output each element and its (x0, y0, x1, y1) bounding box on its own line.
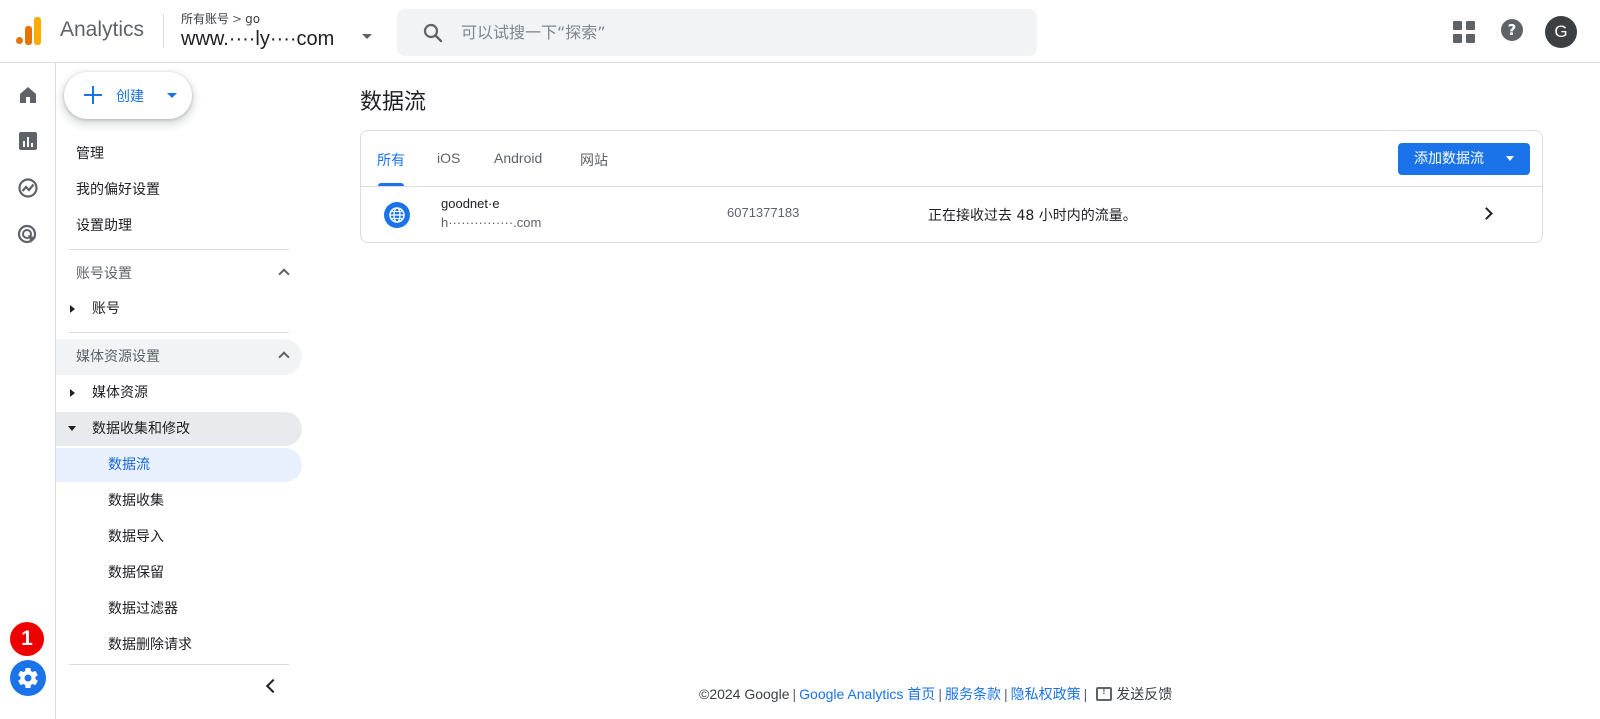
stream-name: goodnet·e (441, 196, 500, 211)
collapse-arrow-icon (68, 426, 76, 431)
reports-icon[interactable] (16, 129, 40, 153)
nav-item-data-retention[interactable]: 数据保留 (56, 556, 302, 590)
feedback-icon[interactable] (1096, 686, 1113, 701)
collapse-nav-chevron-left-icon[interactable] (265, 678, 281, 694)
search-bar[interactable] (397, 9, 1037, 56)
explore-icon[interactable] (16, 176, 40, 200)
breadcrumb-sub[interactable]: go (245, 12, 260, 26)
nav-item-data-filters[interactable]: 数据过滤器 (56, 592, 302, 626)
footer-feedback[interactable]: 发送反馈 (1116, 686, 1172, 702)
footer-link-privacy[interactable]: 隐私权政策 (1011, 686, 1081, 702)
create-button[interactable]: 创建 (64, 72, 192, 119)
avatar[interactable]: G (1545, 16, 1577, 48)
help-icon[interactable]: ? (1501, 19, 1523, 41)
breadcrumb-account[interactable]: 所有账号 (181, 12, 229, 26)
plus-icon (82, 84, 104, 106)
tab-all[interactable]: 所有 (377, 150, 405, 170)
dropdown-caret-icon (1506, 156, 1514, 161)
nav-item-setup-assistant[interactable]: 设置助理 (56, 209, 302, 243)
nav-item-data-streams[interactable]: 数据流 (56, 448, 302, 482)
nav-item-property[interactable]: 媒体资源 (56, 376, 302, 410)
stream-id: 6071377183 (727, 205, 800, 220)
nav-item-data-collection[interactable]: 数据收集 (56, 484, 302, 518)
nav-divider (69, 332, 289, 333)
footer: ©2024 Google | Google Analytics 首页 | 服务条款 | 隐私… (699, 684, 1172, 704)
stream-url: h···············.com (441, 215, 542, 230)
header-divider (163, 14, 164, 48)
nav-item-account[interactable]: 账号 (56, 292, 302, 326)
tab-ios[interactable]: iOS (437, 150, 460, 166)
stream-row[interactable]: goodnet·e h···············.com 607137718… (361, 187, 1542, 243)
active-tab-indicator (378, 183, 404, 186)
gear-icon (18, 668, 38, 689)
footer-separator: | (938, 686, 942, 702)
left-rail (0, 63, 56, 719)
section-account-settings[interactable]: 账号设置 (56, 256, 302, 292)
section-property-settings[interactable]: 媒体资源设置 (56, 339, 302, 375)
expand-arrow-icon (70, 305, 75, 313)
section-title: 媒体资源设置 (76, 349, 160, 365)
footer-separator: | (792, 686, 797, 702)
property-selector[interactable]: www.····ly····com (181, 28, 334, 51)
step-badge-1: 1 (10, 622, 44, 656)
app-name[interactable]: Analytics (60, 18, 144, 42)
dropdown-caret-icon[interactable] (362, 34, 372, 39)
apps-grid-icon[interactable] (1453, 21, 1475, 43)
footer-link-ga-home[interactable]: Google Analytics 首页 (799, 686, 935, 702)
nav-item-label: 数据收集和修改 (92, 421, 190, 437)
nav-divider (69, 664, 289, 665)
dropdown-caret-icon (167, 93, 177, 98)
footer-separator: | (1003, 686, 1008, 702)
chevron-up-icon (278, 351, 290, 363)
add-stream-button[interactable]: 添加数据流 (1398, 143, 1530, 175)
nav-item-data-deletion-requests[interactable]: 数据删除请求 (56, 628, 302, 662)
expand-arrow-icon (70, 389, 75, 397)
nav-item-label: 媒体资源 (92, 385, 148, 401)
footer-link-terms[interactable]: 服务条款 (945, 686, 1001, 702)
nav-divider (69, 249, 289, 250)
search-icon (423, 23, 443, 43)
section-title: 账号设置 (76, 266, 132, 282)
tab-android[interactable]: Android (494, 150, 542, 166)
breadcrumb[interactable]: 所有账号 > go (181, 10, 260, 27)
chevron-up-icon (278, 268, 290, 280)
tab-web[interactable]: 网站 (580, 150, 608, 170)
page-title: 数据流 (360, 90, 427, 115)
nav-item-data-collection-modification[interactable]: 数据收集和修改 (56, 412, 302, 446)
advertising-icon[interactable] (16, 223, 40, 247)
chevron-right-icon[interactable] (1480, 207, 1493, 220)
admin-settings-button[interactable] (10, 660, 46, 696)
top-bar: Analytics 所有账号>go www.····ly····com ? G (0, 0, 1600, 63)
nav-item-admin[interactable]: 管理 (56, 137, 302, 171)
nav-item-preferences[interactable]: 我的偏好设置 (56, 173, 302, 207)
stream-tabs: 所有 iOS Android 网站 添加数据流 (361, 131, 1542, 187)
create-button-label: 创建 (116, 89, 144, 105)
chevron-right-icon: > (232, 12, 243, 26)
search-input[interactable] (461, 17, 1021, 47)
footer-separator: | (1083, 686, 1088, 702)
admin-nav: 创建 管理 我的偏好设置 设置助理 账号设置 账号 媒体资源设置 媒体资源 数据… (56, 63, 306, 719)
nav-item-data-import[interactable]: 数据导入 (56, 520, 302, 554)
data-streams-card: 所有 iOS Android 网站 添加数据流 goodnet·e h·····… (360, 130, 1543, 243)
stream-status: 正在接收过去 48 小时内的流量。 (928, 208, 1137, 224)
analytics-logo-icon[interactable] (16, 17, 42, 45)
copyright: ©2024 Google (699, 686, 790, 702)
home-icon[interactable] (16, 83, 40, 107)
add-stream-label: 添加数据流 (1414, 151, 1484, 167)
nav-item-label: 账号 (92, 301, 120, 317)
globe-icon (384, 202, 410, 228)
